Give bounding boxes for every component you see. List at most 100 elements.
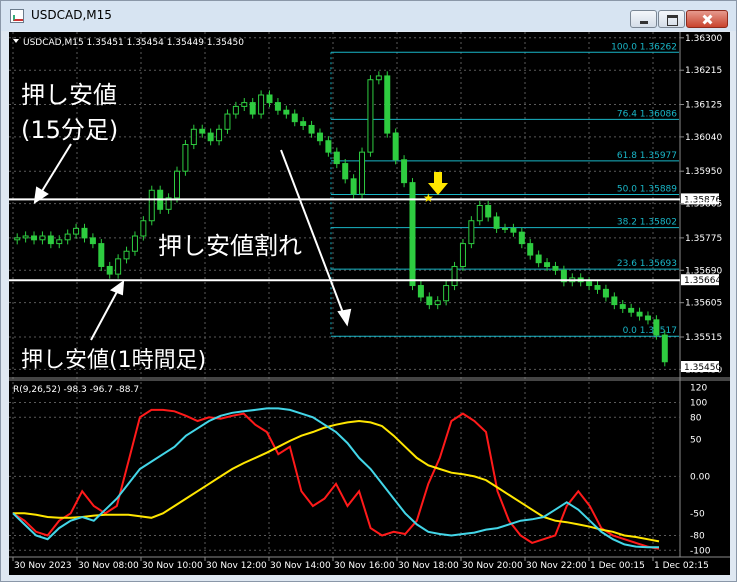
- time-tick-label: 30 Nov 08:00: [78, 561, 139, 571]
- candle-body: [39, 235, 46, 241]
- fib-level-label: 61.8 1.35977: [617, 151, 677, 161]
- title-bar[interactable]: USDCAD,M15: [1, 1, 736, 31]
- chart-grid: [9, 32, 680, 557]
- candle-body: [22, 235, 29, 239]
- price-tick-label: 1.35950: [685, 167, 722, 177]
- candle-body: [594, 285, 601, 290]
- candle-body: [392, 132, 399, 161]
- symbol-dropdown-icon[interactable]: [13, 39, 19, 43]
- candle-body: [544, 262, 551, 267]
- candle-body: [333, 151, 340, 165]
- indicator-tick-label: 0.00: [690, 472, 710, 482]
- time-tick-label: 30 Nov 18:00: [398, 561, 459, 571]
- candle-body: [661, 334, 668, 363]
- price-tick-label: 1.35690: [685, 266, 722, 276]
- candle-body: [89, 237, 96, 245]
- annotation-support-1h: 押し安値(1時間足): [21, 348, 206, 373]
- candle-body: [527, 243, 534, 256]
- annotation-support-15m-timeframe: (15分足): [21, 116, 118, 144]
- candle-body: [611, 296, 618, 306]
- candle-body: [409, 182, 416, 287]
- candle-body: [182, 144, 189, 172]
- price-header: USDCAD,M15 1.35451 1.35454 1.35449 1.354…: [23, 38, 244, 48]
- candle-body: [241, 102, 248, 107]
- candle-body: [493, 216, 500, 229]
- candle-body: [300, 121, 307, 126]
- candle-body: [375, 75, 382, 81]
- fib-level-label: 50.0 1.35889: [617, 184, 677, 194]
- price-tick-label: 1.35775: [685, 234, 722, 244]
- indicator-header: R(9,26,52) -98.3 -96.7 -88.7: [13, 385, 139, 395]
- candle-body: [190, 128, 197, 146]
- candle-body: [510, 227, 517, 233]
- candle-body: [417, 285, 424, 298]
- arrow-to-15m-support: [38, 143, 72, 197]
- candle-body: [644, 315, 651, 321]
- candle-body: [602, 288, 609, 298]
- price-tick-label: 1.36215: [685, 66, 722, 76]
- price-tick-label: 1.36300: [685, 34, 722, 44]
- candle-body: [316, 132, 323, 142]
- indicator-tick-label: 80: [690, 413, 702, 423]
- candle-body: [207, 132, 214, 142]
- time-tick-label: 30 Nov 12:00: [206, 561, 267, 571]
- candle-body: [426, 296, 433, 306]
- fib-level-label: 38.2 1.35802: [617, 218, 677, 228]
- candle-body: [115, 258, 122, 275]
- candle-body: [266, 94, 273, 104]
- close-button[interactable]: [686, 10, 728, 28]
- candle-body: [64, 233, 71, 241]
- candle-body: [106, 265, 113, 275]
- time-tick-label: 30 Nov 10:00: [142, 561, 203, 571]
- time-tick-label: 1 Dec 02:15: [654, 561, 709, 571]
- candle-body: [249, 102, 256, 115]
- fib-level-label: 76.4 1.36086: [617, 109, 677, 119]
- candle-body: [535, 254, 542, 264]
- candle-body: [56, 239, 63, 245]
- candle-body: [216, 128, 223, 142]
- candle-body: [291, 113, 298, 123]
- candle-body: [140, 220, 147, 237]
- fib-level-label: 100.0 1.36262: [611, 42, 677, 52]
- candle-body: [350, 178, 357, 195]
- annotation-support-break: 押し安値割れ: [158, 232, 302, 260]
- time-tick-label: 30 Nov 14:00: [270, 561, 331, 571]
- support-price-label: 1.35664: [684, 276, 721, 286]
- indicator-tick-label: -50: [690, 509, 705, 519]
- price-chart[interactable]: 100.0 1.36262 76.4 1.36086 61.8 1.35977 50.…: [9, 32, 730, 575]
- candle-body: [485, 205, 492, 218]
- candle-body: [619, 304, 626, 309]
- arrow-to-1h-support: [90, 287, 120, 341]
- indicator-tick-label: 50: [690, 435, 702, 445]
- time-tick-label: 30 Nov 22:00: [526, 561, 587, 571]
- candle-body: [459, 243, 466, 267]
- candle-body: [31, 235, 38, 241]
- candle-body: [502, 227, 508, 230]
- candle-body: [628, 307, 635, 313]
- candle-body: [274, 102, 281, 111]
- mt4-chart-window: USDCAD,M15 100.0 1.36262 76.4 1.36086 61.8…: [0, 0, 737, 582]
- candle-body: [325, 140, 332, 153]
- maximize-button[interactable]: [658, 10, 685, 28]
- candle-body: [174, 170, 180, 199]
- time-tick-label: 30 Nov 16:00: [334, 561, 395, 571]
- svg-text:★: ★: [423, 191, 434, 205]
- candle-body: [367, 79, 374, 153]
- candle-body: [199, 128, 206, 134]
- indicator-lines: [12, 407, 660, 550]
- candle-body: [73, 227, 80, 235]
- price-axis: 1.36300 1.36215 1.36125 1.36040 1.35950 1.358…: [680, 34, 722, 375]
- time-tick-label: 1 Dec 00:15: [590, 561, 645, 571]
- price-tick-label: 1.36040: [685, 133, 722, 143]
- price-tick-label: 1.35865: [685, 200, 722, 210]
- window-title: USDCAD,M15: [31, 8, 112, 22]
- arrow-head-1h: [109, 279, 125, 296]
- candle-body: [81, 227, 88, 239]
- chart-area[interactable]: 100.0 1.36262 76.4 1.36086 61.8 1.35977 50.…: [9, 32, 730, 575]
- minimize-button[interactable]: [630, 10, 657, 28]
- indicator-tick-label: 120: [690, 384, 707, 394]
- price-tick-label: 1.36125: [685, 101, 722, 111]
- time-tick-label: 30 Nov 20:00: [462, 561, 523, 571]
- indicator-tick-label: -100: [690, 546, 711, 556]
- candle-body: [131, 235, 138, 252]
